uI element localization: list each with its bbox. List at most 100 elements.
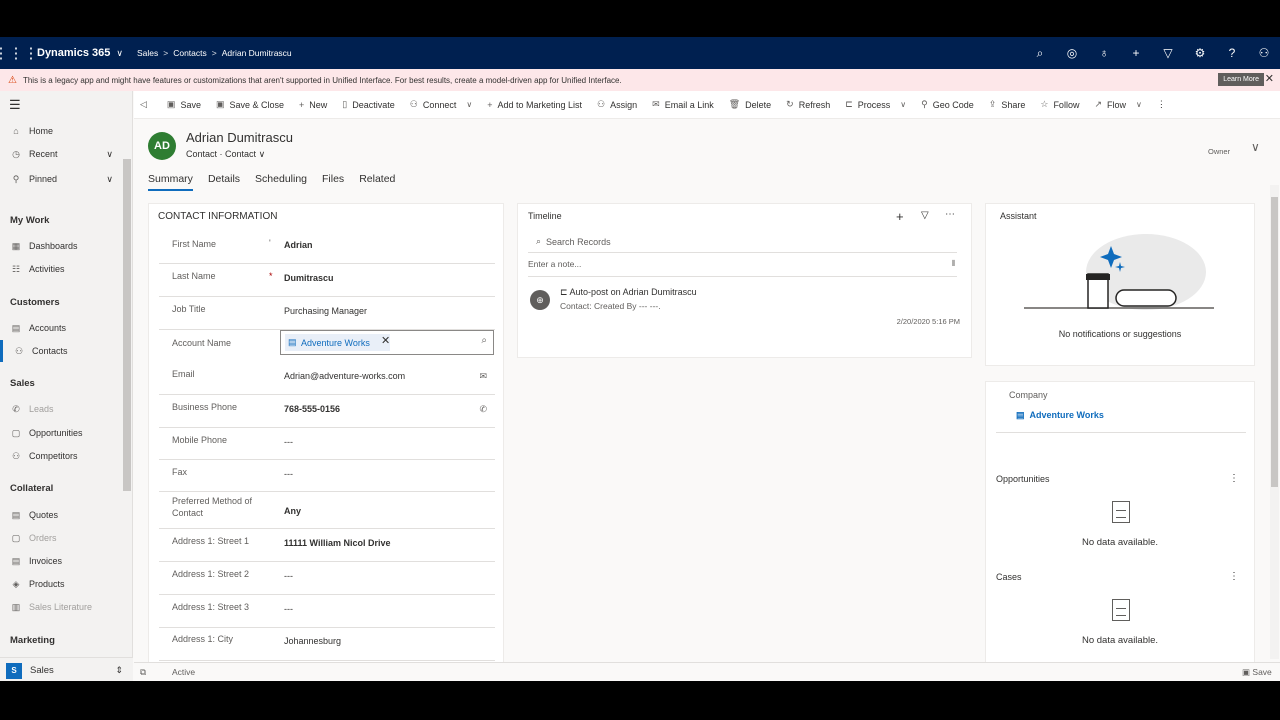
more-icon[interactable]: ⋯ bbox=[945, 209, 955, 220]
geo-code-button[interactable]: ⚲ Geo Code bbox=[921, 99, 974, 110]
new-button[interactable]: + New bbox=[299, 100, 327, 110]
timeline-item[interactable]: ⊕ ⊏ Auto-post on Adrian Dumitrascu Conta… bbox=[528, 284, 960, 334]
tab-files[interactable]: Files bbox=[322, 173, 344, 191]
city-value[interactable]: Johannesburg bbox=[284, 636, 341, 646]
account-tag[interactable]: ▤ Adventure Works bbox=[285, 334, 390, 351]
task-flow-icon[interactable]: ◎ bbox=[1056, 46, 1088, 60]
fax-value[interactable]: --- bbox=[284, 469, 293, 479]
chevron-down-icon[interactable]: ∨ bbox=[466, 100, 472, 109]
timeline-note-input[interactable]: Enter a note... ⦀ bbox=[528, 259, 957, 277]
more-icon[interactable]: ⋮ bbox=[1229, 473, 1239, 484]
lightbulb-icon[interactable]: ♁ bbox=[1088, 46, 1120, 60]
save-button[interactable]: ▣ Save bbox=[167, 99, 201, 110]
search-icon[interactable]: ⌕ bbox=[481, 335, 487, 346]
filter-icon[interactable]: ▽ bbox=[921, 210, 929, 221]
more-icon[interactable]: ⋮ bbox=[1229, 571, 1239, 582]
timeline-search-input[interactable]: ⌕ Search Records bbox=[528, 231, 957, 253]
chevron-down-icon[interactable]: ∨ bbox=[1136, 100, 1142, 109]
remove-icon[interactable]: ✕ bbox=[381, 334, 390, 347]
page-scrollbar[interactable] bbox=[1270, 185, 1279, 659]
hamburger-menu-icon[interactable]: ☰ bbox=[9, 97, 21, 113]
tab-related[interactable]: Related bbox=[359, 173, 395, 191]
street-2-value[interactable]: --- bbox=[284, 571, 293, 581]
job-title-value[interactable]: Purchasing Manager bbox=[284, 306, 367, 316]
field-street-1: Address 1: Street 1 11111 William Nicol D… bbox=[159, 529, 495, 562]
business-phone-value[interactable]: 768-555-0156 bbox=[284, 404, 340, 414]
save-status[interactable]: ▣ Save bbox=[1242, 667, 1272, 678]
chevron-down-icon[interactable]: ∨ bbox=[1251, 140, 1260, 154]
sidebar-item-products[interactable]: ◈ Products bbox=[0, 573, 123, 595]
help-icon[interactable]: ? bbox=[1216, 46, 1248, 60]
chevron-up-down-icon[interactable]: ⇕ bbox=[115, 665, 123, 676]
back-icon[interactable]: ◁ bbox=[140, 99, 152, 110]
app-name[interactable]: Dynamics 365 bbox=[37, 47, 110, 59]
refresh-icon: ↻ bbox=[786, 99, 794, 109]
email-icon[interactable]: ✉ bbox=[479, 371, 487, 382]
timeline-section: Timeline + ▽ ⋯ ⌕ Search Records Enter a n… bbox=[517, 203, 972, 358]
add-to-marketing-list-button[interactable]: + Add to Marketing List bbox=[487, 100, 582, 110]
sidebar-item-orders[interactable]: ▢ Orders bbox=[0, 527, 123, 549]
sidebar-item-activities[interactable]: ☷ Activities bbox=[0, 258, 123, 280]
sidebar-item-sales-literature[interactable]: ▥ Sales Literature bbox=[0, 596, 123, 618]
filter-icon[interactable]: ▽ bbox=[1152, 46, 1184, 60]
open-in-new-window-icon[interactable]: ⧉ bbox=[140, 667, 146, 678]
company-link[interactable]: ▤ Adventure Works bbox=[1016, 410, 1104, 421]
delete-button[interactable]: 🗑 Delete bbox=[729, 99, 771, 110]
search-icon[interactable]: ⌕ bbox=[1024, 46, 1056, 61]
section-collateral: Collateral bbox=[10, 483, 54, 494]
connect-button[interactable]: ⚇ Connect ∨ bbox=[410, 99, 472, 110]
email-link-button[interactable]: ✉ Email a Link bbox=[652, 99, 714, 110]
app-launcher-icon[interactable]: ⋮⋮⋮ bbox=[0, 44, 39, 62]
scrollbar-thumb[interactable] bbox=[1271, 197, 1278, 487]
sidebar-item-recent[interactable]: ◷ Recent ∨ bbox=[0, 143, 123, 165]
mobile-phone-value[interactable]: --- bbox=[284, 437, 293, 447]
plus-icon[interactable]: + bbox=[1120, 46, 1152, 60]
chevron-down-icon[interactable]: ∨ bbox=[259, 149, 266, 159]
email-value[interactable]: Adrian@adventure-works.com bbox=[284, 371, 405, 381]
add-icon[interactable]: + bbox=[896, 209, 904, 224]
phone-icon[interactable]: ✆ bbox=[479, 404, 487, 415]
sidebar-item-home[interactable]: ⌂ Home bbox=[0, 120, 123, 142]
sidebar-item-opportunities[interactable]: ▢ Opportunities bbox=[0, 422, 123, 444]
preferred-method-value[interactable]: Any bbox=[284, 506, 301, 516]
sidebar-item-accounts[interactable]: ▤ Accounts bbox=[0, 317, 123, 339]
area-switcher[interactable]: S Sales ⇕ bbox=[0, 657, 133, 681]
assign-button[interactable]: ⚇ Assign bbox=[597, 99, 637, 110]
share-button[interactable]: ⇪ Share bbox=[989, 99, 1026, 110]
deactivate-button[interactable]: ▯ Deactivate bbox=[342, 99, 394, 110]
gear-icon[interactable]: ⚙ bbox=[1184, 46, 1216, 60]
street-3-value[interactable]: --- bbox=[284, 604, 293, 614]
sidebar-item-quotes[interactable]: ▤ Quotes bbox=[0, 504, 123, 526]
sidebar-item-pinned[interactable]: ⚲ Pinned ∨ bbox=[0, 168, 123, 190]
first-name-value[interactable]: Adrian bbox=[284, 240, 313, 250]
chevron-down-icon[interactable]: ∨ bbox=[900, 100, 906, 109]
sidebar-item-invoices[interactable]: ▤ Invoices bbox=[0, 550, 123, 572]
chevron-down-icon[interactable]: ∨ bbox=[106, 174, 113, 185]
chevron-down-icon[interactable]: ∨ bbox=[106, 149, 113, 160]
breadcrumb-item-sales[interactable]: Sales bbox=[137, 48, 158, 58]
sidebar-item-dashboards[interactable]: ▦ Dashboards bbox=[0, 235, 123, 257]
street-1-value[interactable]: 11111 William Nicol Drive bbox=[284, 538, 390, 548]
sidebar-item-contacts[interactable]: ⚇ Contacts bbox=[0, 340, 123, 362]
breadcrumb-item-contacts[interactable]: Contacts bbox=[173, 48, 207, 58]
user-icon[interactable]: ⚇ bbox=[1248, 46, 1280, 60]
tab-summary[interactable]: Summary bbox=[148, 173, 193, 191]
tab-details[interactable]: Details bbox=[208, 173, 240, 191]
tab-scheduling[interactable]: Scheduling bbox=[255, 173, 307, 191]
attachment-icon[interactable]: ⦀ bbox=[951, 259, 955, 269]
last-name-value[interactable]: Dumitrascu bbox=[284, 273, 334, 283]
save-close-button[interactable]: ▣ Save & Close bbox=[216, 99, 284, 110]
process-button[interactable]: ⊏ Process ∨ bbox=[845, 99, 906, 110]
follow-button[interactable]: ☆ Follow bbox=[1040, 99, 1079, 110]
learn-more-button[interactable]: Learn More bbox=[1218, 73, 1264, 86]
close-icon[interactable]: ✕ bbox=[1265, 72, 1274, 85]
flow-button[interactable]: ↗ Flow ∨ bbox=[1094, 99, 1141, 110]
account-lookup[interactable]: ▤ Adventure Works ✕ ⌕ bbox=[280, 330, 494, 355]
refresh-button[interactable]: ↻ Refresh bbox=[786, 99, 830, 110]
more-commands-icon[interactable]: ⋮ bbox=[1157, 99, 1166, 110]
form-selector[interactable]: Contact bbox=[225, 149, 256, 159]
sidebar-item-leads[interactable]: ✆ Leads bbox=[0, 398, 123, 420]
sidebar-scrollbar[interactable] bbox=[123, 159, 131, 491]
sidebar-item-competitors[interactable]: ⚇ Competitors bbox=[0, 445, 123, 467]
chevron-down-icon[interactable]: ∨ bbox=[116, 48, 123, 59]
